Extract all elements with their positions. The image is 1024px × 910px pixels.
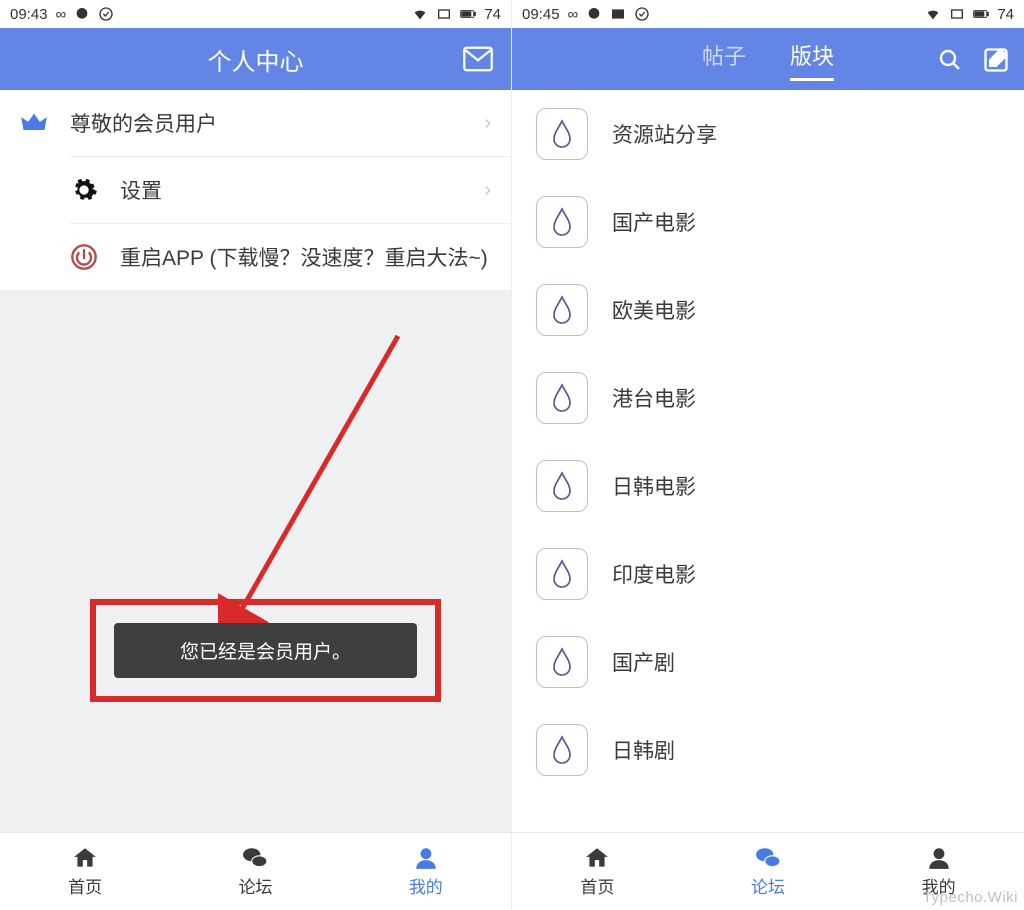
battery-percent: 74 [484,6,501,23]
search-icon[interactable] [938,48,962,79]
forum-label: 港台电影 [612,383,696,413]
wifi-icon [412,6,428,22]
signal-icon [949,6,965,22]
screenshot-right: 09:45 ∞ 74 帖子 版块 资源站分享 国产电影 欧美电影 港台电影 日韩… [512,0,1024,910]
check-circle-icon [98,6,114,22]
nav-label: 首页 [68,873,102,898]
forum-item[interactable]: 国产剧 [512,618,1024,706]
status-bar: 09:43 ∞ 74 [0,0,511,28]
header-tabs: 帖子 版块 [702,39,834,79]
drop-icon [536,196,588,248]
settings-list: 尊敬的会员用户 › 设置 › 重启APP (下载慢？没速度？重启大法~) [0,90,511,290]
forum-item[interactable]: 国产电影 [512,178,1024,266]
user-icon [411,845,441,871]
annotation-highlight: 您已经是会员用户。 [90,599,441,702]
page-title: 个人中心 [208,42,304,77]
chevron-right-icon: › [484,112,491,135]
drop-icon [536,372,588,424]
compose-icon[interactable] [982,46,1010,81]
signal-icon [436,6,452,22]
drop-icon [536,636,588,688]
forum-label: 印度电影 [612,559,696,589]
toast-message: 您已经是会员用户。 [114,623,417,678]
annotation-arrow-icon [218,326,408,626]
drop-icon [536,548,588,600]
watermark: Typecho.Wiki [923,889,1018,906]
nav-label: 论坛 [238,873,272,898]
forum-icon [753,845,783,871]
forum-label: 资源站分享 [612,119,717,149]
battery-percent: 74 [997,6,1014,23]
mail-icon[interactable] [463,46,493,79]
forum-item[interactable]: 日韩剧 [512,706,1024,794]
drop-icon [536,108,588,160]
crown-icon [20,109,48,137]
nav-label: 首页 [580,873,614,898]
infinity-icon: ∞ [56,6,67,23]
forum-item[interactable]: 资源站分享 [512,90,1024,178]
header: 个人中心 [0,28,511,90]
forum-list[interactable]: 资源站分享 国产电影 欧美电影 港台电影 日韩电影 印度电影 国产剧 日韩剧 [512,90,1024,832]
row-settings[interactable]: 设置 › [70,156,511,223]
forum-icon [240,845,270,871]
status-time: 09:43 [10,6,48,23]
row-label: 设置 [120,175,162,205]
drop-icon [536,460,588,512]
screenshot-left: 09:43 ∞ 74 个人中心 尊敬的会员用户 › 设置 › [0,0,512,910]
battery-icon [460,6,476,22]
nav-forum[interactable]: 论坛 [170,833,340,910]
empty-area: 您已经是会员用户。 [0,290,511,832]
forum-item[interactable]: 港台电影 [512,354,1024,442]
status-time: 09:45 [522,6,560,23]
row-restart[interactable]: 重启APP (下载慢？没速度？重启大法~) [70,223,511,290]
nav-label: 论坛 [751,873,785,898]
forum-label: 国产电影 [612,207,696,237]
row-member[interactable]: 尊敬的会员用户 › [0,90,511,156]
forum-label: 欧美电影 [612,295,696,325]
forum-item[interactable]: 日韩电影 [512,442,1024,530]
forum-label: 日韩电影 [612,471,696,501]
nav-home[interactable]: 首页 [512,833,683,910]
nav-label: 我的 [409,873,443,898]
battery-icon [973,6,989,22]
tab-sections[interactable]: 版块 [790,39,834,79]
drop-icon [536,724,588,776]
power-icon [70,243,98,271]
forum-item[interactable]: 欧美电影 [512,266,1024,354]
row-label: 重启APP (下载慢？没速度？重启大法~) [120,242,488,272]
forum-label: 日韩剧 [612,735,675,765]
check-circle-icon [634,6,650,22]
home-icon [582,845,612,871]
nav-home[interactable]: 首页 [0,833,170,910]
chevron-right-icon: › [484,179,491,202]
mail-status-icon [610,6,626,22]
forum-item[interactable]: 印度电影 [512,530,1024,618]
tab-posts[interactable]: 帖子 [702,39,746,79]
chat-icon [74,6,90,22]
header: 帖子 版块 [512,28,1024,90]
wifi-icon [925,6,941,22]
forum-label: 国产剧 [612,647,675,677]
nav-mine[interactable]: 我的 [341,833,511,910]
drop-icon [536,284,588,336]
bottom-nav: 首页 论坛 我的 [0,832,511,910]
home-icon [70,845,100,871]
row-label: 尊敬的会员用户 [70,108,217,138]
status-bar: 09:45 ∞ 74 [512,0,1024,28]
nav-forum[interactable]: 论坛 [683,833,854,910]
user-icon [924,845,954,871]
infinity-icon: ∞ [568,6,579,23]
gear-icon [70,176,98,204]
chat-icon [586,6,602,22]
